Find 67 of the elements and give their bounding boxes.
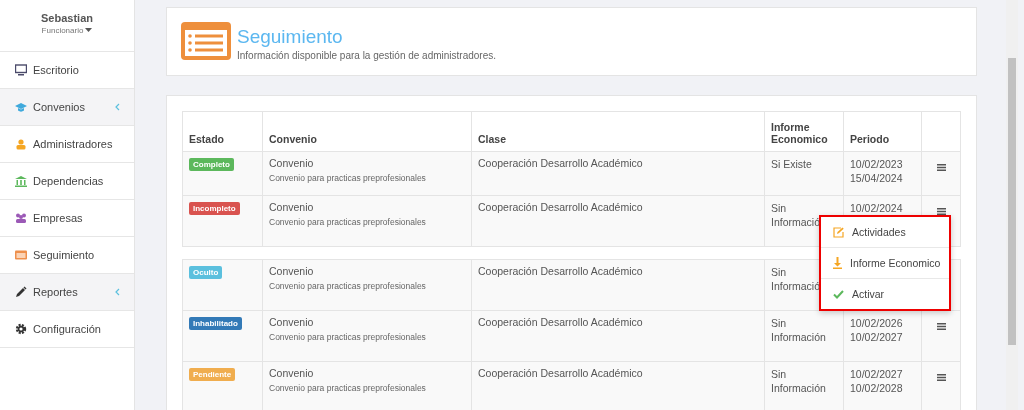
table-cell-text: Convenio para practicas preprofesionales <box>269 217 427 227</box>
sidebar-item[interactable]: Reportes <box>0 274 134 311</box>
table-cell: 10/02/2027 10/02/2028 <box>850 367 903 395</box>
sidebar-item[interactable]: Convenios <box>0 89 134 126</box>
table-cell-text: Convenio para practicas preprofesionales <box>269 173 427 183</box>
table-cell: 10/02/2026 10/02/2027 <box>850 316 903 344</box>
status-badge: Incompleto <box>189 202 240 215</box>
menu-icon[interactable] <box>936 164 946 171</box>
people-icon <box>15 212 27 224</box>
edit-icon <box>833 226 844 238</box>
download-icon <box>833 257 842 269</box>
table-cell-text: Convenio <box>269 316 315 328</box>
table-cell-text: Convenio <box>269 157 315 169</box>
status-badge: Inhabilitado <box>189 317 242 330</box>
table-cell: Cooperación Desarrollo Académico <box>478 367 643 379</box>
status-badge: Completo <box>189 158 234 171</box>
column-header: Clase <box>471 111 765 152</box>
table-cell-text: Convenio <box>269 201 315 213</box>
gear-icon <box>15 323 27 335</box>
chevron-icon <box>115 288 120 296</box>
table-cell-text: Convenio para practicas preprofesionales <box>269 281 427 291</box>
table-cell: Cooperación Desarrollo Académico <box>478 201 643 213</box>
pen-icon <box>15 286 27 298</box>
sidebar-item[interactable]: Administradores <box>0 126 134 163</box>
table-icon <box>15 249 27 261</box>
page-subtitle: Información disponible para la gestión de administradores. <box>237 50 497 61</box>
menu-icon[interactable] <box>936 323 946 330</box>
menu-item[interactable]: Informe Economico <box>821 248 949 279</box>
table-cell: Cooperación Desarrollo Académico <box>478 265 643 277</box>
user-name: Sebastian <box>41 12 93 24</box>
check-icon <box>833 289 844 299</box>
menu-item[interactable]: Actividades <box>821 217 949 248</box>
table-cell: 10/02/2024 <box>850 201 903 215</box>
table-cell-text: Convenio <box>269 367 315 379</box>
table-cell: Si Existe <box>771 157 812 171</box>
table-cell-text: Convenio para practicas preprofesionales <box>269 332 427 342</box>
table-cell: Cooperación Desarrollo Académico <box>478 157 643 169</box>
table-cell-text: Convenio <box>269 265 315 277</box>
table-cell: 10/02/2023 15/04/2024 <box>850 157 903 185</box>
menu-icon[interactable] <box>936 208 946 215</box>
list-icon <box>181 22 231 60</box>
sidebar-item[interactable]: Empresas <box>0 200 134 237</box>
scrollbar-thumb[interactable] <box>1008 58 1016 345</box>
table-cell: Sin Información <box>771 367 826 395</box>
person-icon <box>15 138 27 150</box>
menu-item[interactable]: Activar <box>821 279 949 309</box>
column-header: Periodo <box>843 111 922 152</box>
monitor-icon <box>15 64 27 76</box>
status-badge: Pendiente <box>189 368 236 381</box>
menu-icon[interactable] <box>936 374 946 381</box>
status-badge: Oculto <box>189 266 223 279</box>
table-cell: Sin Informació <box>771 265 821 293</box>
page-title: Seguimiento <box>237 26 344 48</box>
sidebar-item[interactable]: Dependencias <box>0 163 134 200</box>
sidebar-item[interactable]: Configuración <box>0 311 134 348</box>
caret-icon <box>85 28 93 33</box>
chevron-icon <box>115 103 120 111</box>
user-role-dropdown[interactable]: Funcionario <box>41 26 93 35</box>
table-cell: Cooperación Desarrollo Académico <box>478 316 643 328</box>
table-cell: Sin Información <box>771 316 826 344</box>
bank-icon <box>15 175 27 187</box>
column-header: Informe Economico <box>764 111 844 152</box>
table-cell: Sin Informació <box>771 201 821 229</box>
table-cell-text: Convenio para practicas preprofesionales <box>269 383 427 393</box>
column-header: Convenio <box>262 111 472 152</box>
column-header: Estado <box>182 111 263 152</box>
graduation-cap-icon <box>15 101 27 113</box>
